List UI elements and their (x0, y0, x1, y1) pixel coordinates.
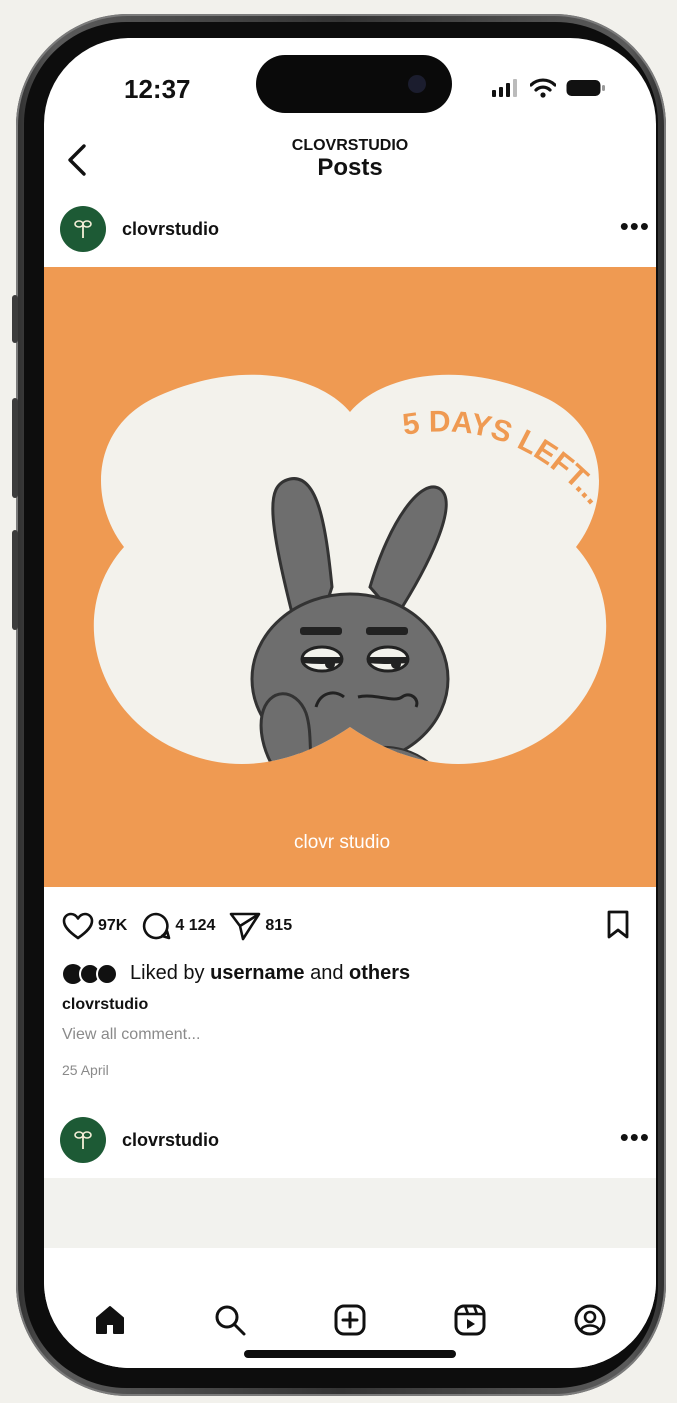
tab-create[interactable] (328, 1298, 372, 1342)
header-account: CLOVRSTUDIO (291, 137, 409, 154)
tab-home[interactable] (88, 1298, 132, 1342)
tab-profile[interactable] (568, 1298, 612, 1342)
page-title: Posts (317, 154, 383, 181)
like-count: 97K (98, 917, 128, 934)
liked-by-user[interactable]: username (210, 962, 305, 985)
silent-switch (12, 295, 18, 343)
next-post-username[interactable]: clovrstudio (122, 1130, 219, 1151)
more-options-icon[interactable]: ••• (620, 1124, 650, 1150)
home-icon (96, 1306, 124, 1334)
post-date: 25 April (62, 1062, 109, 1078)
bookmark-icon[interactable] (606, 910, 630, 940)
brand-watermark: clovr studio (294, 832, 391, 853)
wifi-icon (530, 78, 556, 98)
tab-reels[interactable] (448, 1298, 492, 1342)
share-icon[interactable] (229, 911, 261, 941)
comment-icon[interactable] (141, 911, 171, 941)
post-image[interactable]: 5 DAYS LEFT... clovr studio (44, 267, 656, 887)
post-illustration: 5 DAYS LEFT... (93, 374, 611, 765)
liked-by-others[interactable]: others (349, 962, 410, 985)
reels-icon (454, 1304, 486, 1336)
volume-up-button (12, 398, 18, 498)
liker-avatars-icon (63, 962, 118, 985)
avatar[interactable] (60, 1117, 106, 1163)
home-indicator[interactable] (244, 1350, 456, 1358)
tab-bar (44, 1248, 656, 1368)
profile-icon (574, 1304, 606, 1336)
more-options-icon[interactable]: ••• (620, 213, 650, 239)
tab-search[interactable] (208, 1298, 252, 1342)
liked-by-row: Liked by username and others (62, 962, 410, 985)
search-icon (215, 1305, 246, 1336)
post-actions: 97K 4 124 815 (62, 908, 642, 944)
view-all-comments-link[interactable]: View all comment... (62, 1026, 200, 1044)
post-username[interactable]: clovrstudio (122, 219, 219, 240)
liked-by-prefix: Liked by (130, 962, 211, 984)
next-post-header: clovrstudio ••• (60, 1116, 650, 1164)
next-post-preview (44, 1178, 656, 1248)
dynamic-island (256, 55, 452, 113)
clover-logo-icon (74, 220, 92, 238)
status-time: 12:37 (124, 74, 191, 104)
status-icons (492, 78, 606, 98)
battery-icon (566, 80, 605, 96)
signal-icon (492, 79, 517, 97)
create-icon (334, 1304, 366, 1336)
like-heart-icon[interactable] (62, 912, 94, 940)
clover-logo-icon (74, 1131, 92, 1149)
liked-by-and: and (304, 962, 350, 984)
share-count: 815 (265, 917, 293, 934)
avatar[interactable] (60, 206, 106, 252)
comment-count: 4 124 (175, 917, 216, 934)
screen: 12:37 CLOVRSTUDIO Posts clovrstudio ••• (44, 38, 656, 1368)
caption-username[interactable]: clovrstudio (62, 996, 148, 1014)
camera-icon (408, 75, 426, 93)
volume-down-button (12, 530, 18, 630)
post-header: clovrstudio ••• (60, 205, 650, 253)
